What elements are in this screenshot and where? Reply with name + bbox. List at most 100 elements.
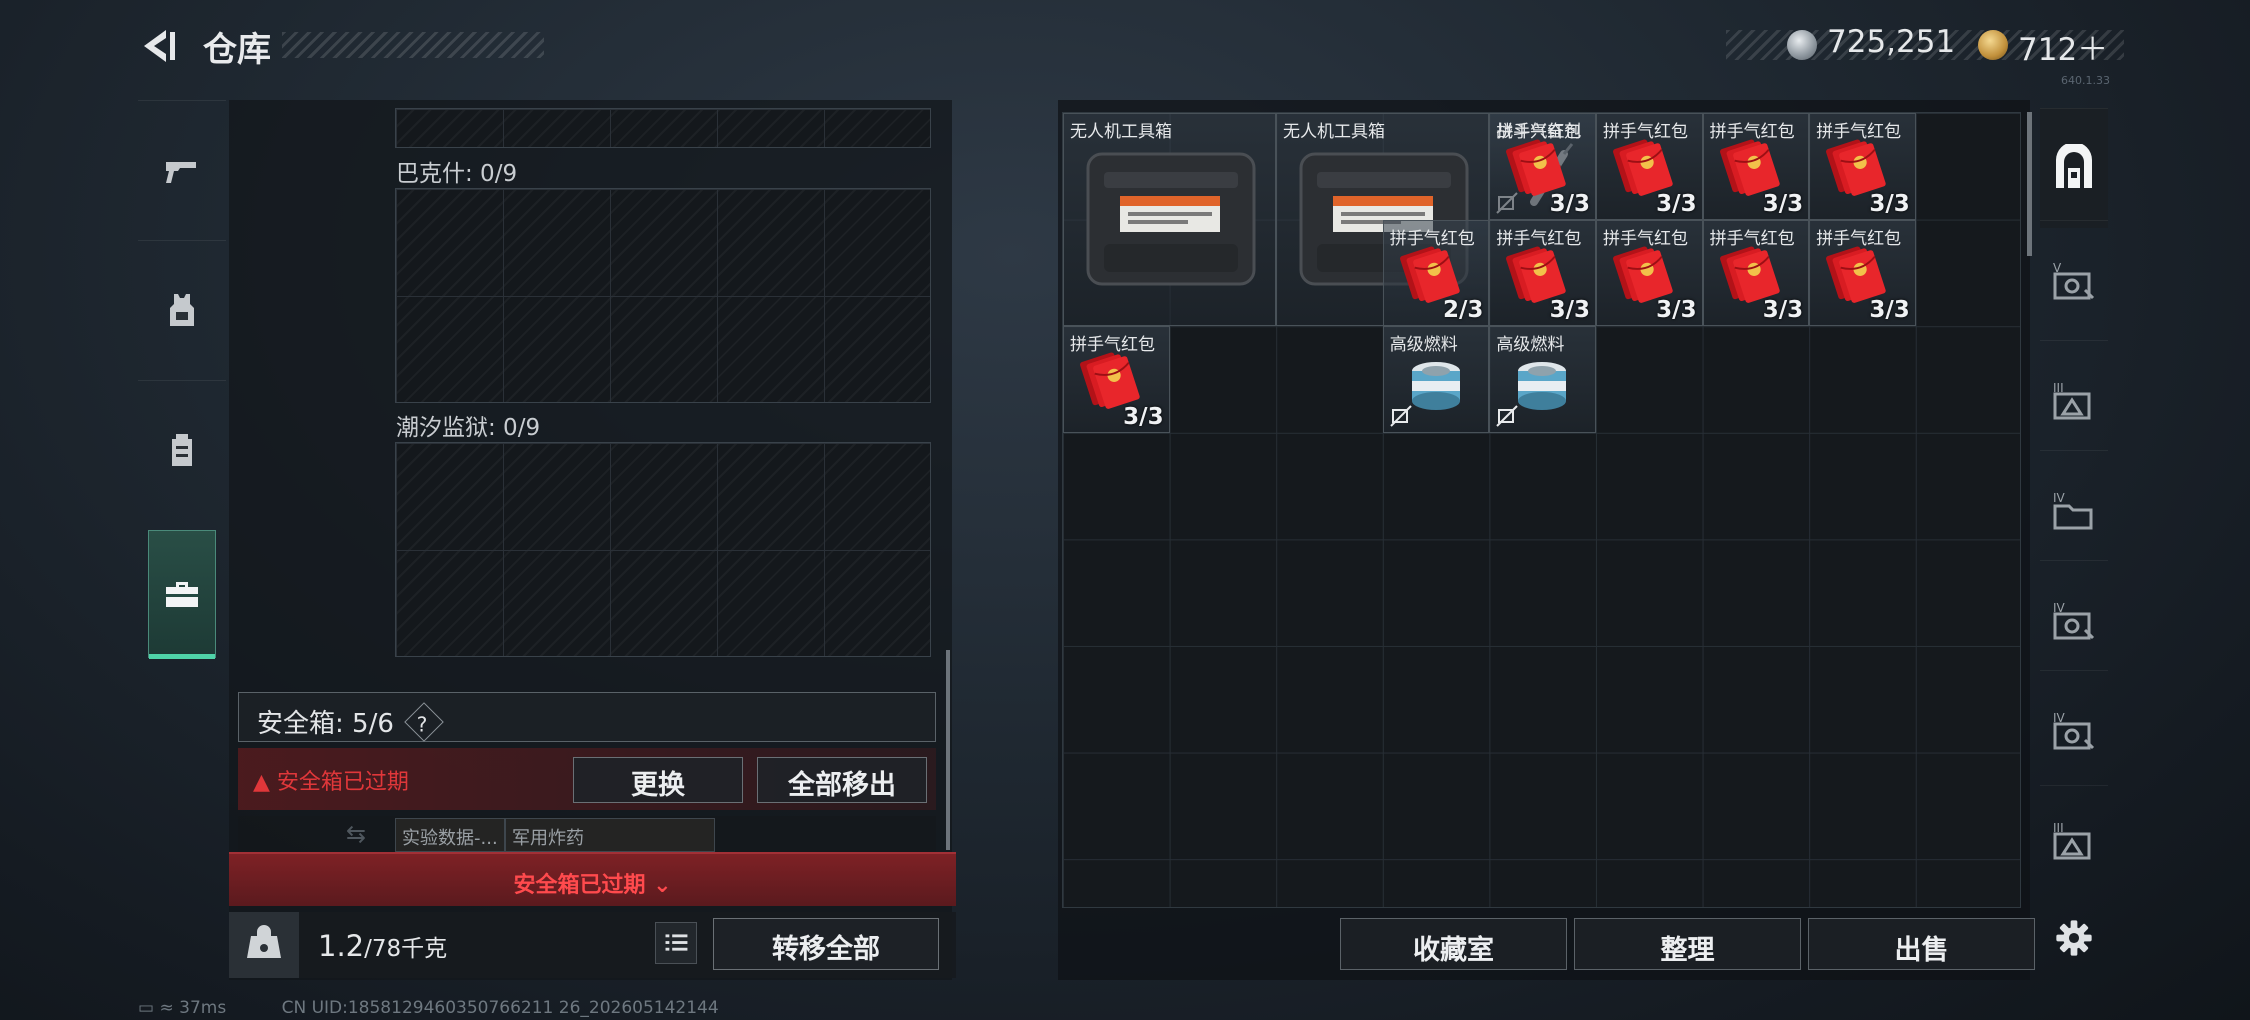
help-icon[interactable]: ? — [404, 702, 444, 742]
item-name: 拼手气红包 — [1603, 228, 1688, 249]
expired-banner[interactable]: 安全箱已过期 ⌄ — [229, 852, 956, 906]
container-grid-top — [395, 108, 931, 148]
stash-iv-b-icon: IV — [2053, 601, 2095, 639]
item-name: 无人机工具箱 — [1070, 122, 1172, 142]
stash-main-icon — [2056, 143, 2092, 188]
right-scrollbar[interactable] — [2027, 112, 2032, 256]
item-name: 无人机工具箱 — [1283, 122, 1385, 142]
item-name: 高级燃料 — [1496, 335, 1565, 356]
settings-button[interactable] — [2040, 900, 2108, 975]
safe-box-item[interactable]: 军用炸药 — [505, 818, 715, 852]
wifi-icon: ≈ — [159, 998, 174, 1018]
stash-item-red-packet[interactable]: 拼手气红包 3/3 — [1596, 113, 1703, 220]
stash-item-red-packet[interactable]: 拼手气红包 3/3 — [1596, 219, 1703, 327]
item-name: 拼手气红包 — [1389, 228, 1475, 249]
tab-stash-iv-a[interactable]: IV — [2040, 450, 2108, 570]
stash-item-red-packet[interactable]: 拼手气红包 2/3 — [1382, 219, 1490, 327]
chevron-down-icon: ⌄ — [653, 873, 672, 898]
page-title: 仓库 — [203, 30, 271, 70]
item-name: 拼手气红包 — [1816, 122, 1902, 142]
stash-iii-icon: III — [2053, 381, 2091, 419]
uid-label: CN UID:1858129460350766211 26_2026051421… — [281, 998, 719, 1018]
tab-stash-iii-b[interactable]: III — [2040, 785, 2108, 895]
tab-stash-main[interactable] — [2040, 108, 2108, 228]
tab-stash-iv-c[interactable]: IV — [2040, 670, 2108, 790]
swap-icon[interactable]: ⇆ — [346, 820, 366, 848]
stash-item-fuel[interactable]: 高级燃料 — [1382, 326, 1490, 433]
list-view-button[interactable] — [655, 922, 697, 964]
silver-coin-icon — [1787, 30, 1817, 60]
toolbox-case-icon — [1086, 152, 1256, 286]
stash-item-red-packet[interactable]: 拼手气红包 3/3 — [1702, 113, 1810, 220]
tab-stash-iii[interactable]: III — [2040, 340, 2108, 460]
item-count: 3/3 — [1869, 297, 1910, 324]
status-bar: ▭ ≈ 37ms CN UID:1858129460350766211 26_2… — [138, 998, 719, 1018]
toolbox-icon — [166, 582, 198, 607]
no-sell-icon — [1390, 405, 1412, 427]
battery-icon: ▭ — [138, 998, 155, 1018]
stash-v-icon: V — [2053, 261, 2095, 299]
weight-icon — [247, 925, 281, 958]
tab-stash-v[interactable]: V — [2040, 220, 2108, 340]
left-scrollbar[interactable] — [946, 650, 950, 850]
pistol-icon — [166, 161, 196, 183]
tab-weapons[interactable] — [138, 100, 226, 238]
safe-box-item[interactable]: 实验数据-... — [395, 818, 505, 852]
stash-grid[interactable]: 无人机工具箱 无人机工具箱 战斗兴奋剂 拼手气红包 3/3 拼手气红包 3/3 … — [1062, 112, 2021, 908]
stash-iv-a-icon: IV — [2053, 491, 2093, 529]
title-decoration — [282, 32, 544, 58]
safe-box-header: 安全箱: 5/6 ? — [238, 692, 936, 742]
sell-button[interactable]: 出售 — [1808, 918, 2035, 970]
weight-lock — [229, 912, 299, 978]
stash-item-toolbox[interactable]: 无人机工具箱 — [1063, 113, 1276, 326]
backpack-icon — [172, 433, 192, 466]
svg-text:IV: IV — [2053, 491, 2066, 505]
ping-label: 37ms — [179, 998, 227, 1018]
vest-icon — [170, 293, 194, 326]
stash-item-red-packet[interactable]: 拼手气红包 3/3 — [1809, 113, 1916, 220]
item-name: 高级燃料 — [1389, 335, 1458, 356]
item-count: 3/3 — [1656, 190, 1697, 217]
container-label: 巴克什: 0/9 — [396, 161, 518, 187]
item-count: 3/3 — [1762, 297, 1804, 324]
move-all-out-button[interactable]: 全部移出 — [757, 757, 927, 803]
item-name: 拼手气红包 — [1496, 122, 1582, 142]
back-arrow-icon[interactable] — [138, 26, 182, 66]
fuel-can-icon — [1518, 362, 1567, 411]
stash-item-red-packet[interactable]: 拼手气红包 3/3 — [1063, 326, 1170, 433]
gold-coin-icon — [1978, 30, 2008, 60]
stash-item-red-packet[interactable]: 拼手气红包 3/3 — [1489, 219, 1596, 327]
item-count: 2/3 — [1442, 297, 1484, 324]
item-name: 拼手气红包 — [1816, 228, 1902, 249]
stash-item-red-packet[interactable]: 拼手气红包 3/3 — [1702, 219, 1810, 327]
tab-backpack[interactable] — [138, 380, 226, 518]
organize-button[interactable]: 整理 — [1574, 918, 1801, 970]
list-icon — [665, 934, 688, 951]
stash-item-red-packet[interactable]: 拼手气红包 3/3 — [1489, 113, 1596, 220]
container-grid[interactable] — [395, 188, 931, 403]
weight-display: 1.2/78千克 — [318, 929, 448, 963]
replace-button[interactable]: 更换 — [573, 757, 743, 803]
warning-icon: ▲ — [253, 770, 270, 795]
tab-armor[interactable] — [138, 240, 226, 378]
collection-button[interactable]: 收藏室 — [1340, 918, 1567, 970]
item-count: 3/3 — [1869, 190, 1910, 217]
stash-iii-b-icon: III — [2053, 821, 2091, 859]
transfer-all-button[interactable]: 转移全部 — [713, 918, 939, 970]
container-grid[interactable] — [395, 442, 931, 657]
stash-item-red-packet[interactable]: 拼手气红包 3/3 — [1809, 219, 1916, 327]
stash-item-fuel[interactable]: 高级燃料 — [1489, 326, 1596, 433]
item-count: 3/3 — [1762, 190, 1804, 217]
item-name: 拼手气红包 — [1603, 122, 1688, 142]
currency-silver: 725,251 — [1827, 24, 1956, 60]
item-count: 3/3 — [1123, 403, 1164, 430]
version-label: 640.1.33 — [2061, 74, 2110, 87]
item-name: 拼手气红包 — [1709, 122, 1795, 142]
tab-stash-iv-b[interactable]: IV — [2040, 560, 2108, 680]
item-count: 3/3 — [1549, 297, 1590, 324]
container-label: 潮汐监狱: 0/9 — [396, 415, 541, 441]
currency-gold[interactable]: 712＋ — [2018, 24, 2108, 69]
tab-safe-box[interactable] — [148, 530, 216, 659]
item-name: 拼手气红包 — [1496, 228, 1582, 249]
item-count: 3/3 — [1656, 297, 1697, 324]
